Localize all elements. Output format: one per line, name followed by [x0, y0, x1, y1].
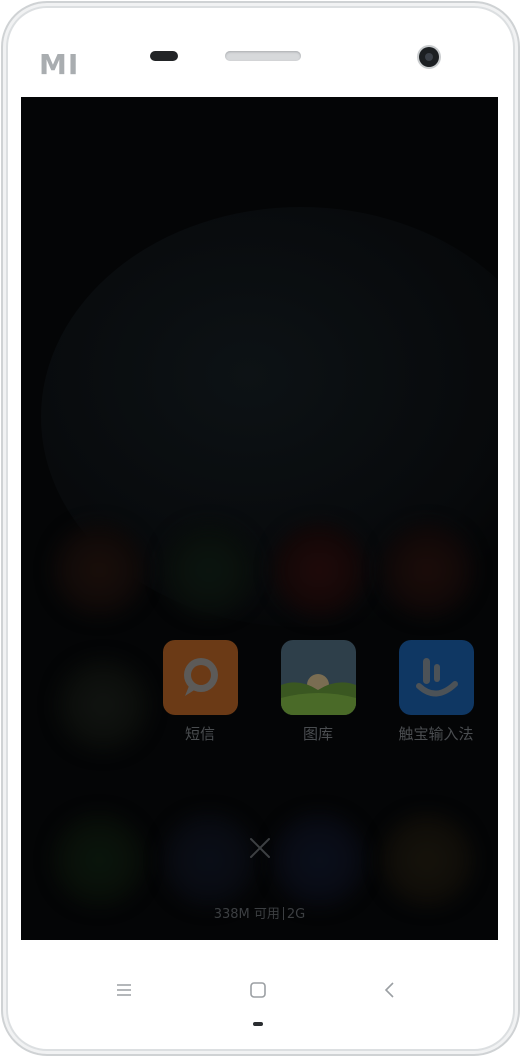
brand-logo: MI: [39, 48, 80, 81]
recent-app-messages[interactable]: [163, 640, 238, 715]
recent-app-gallery[interactable]: [281, 640, 356, 715]
memory-separator: [282, 907, 284, 920]
touchpal-keyboard-icon: [416, 658, 458, 697]
blurred-home-icon: [271, 812, 367, 908]
earpiece-speaker: [225, 51, 301, 61]
blurred-home-icon: [271, 522, 367, 618]
blurred-home-icon: [55, 657, 151, 753]
recent-app-touchpal[interactable]: [399, 640, 474, 715]
blurred-home-icon: [161, 812, 257, 908]
home-indicator: [253, 1022, 263, 1026]
blurred-home-icon: [51, 522, 147, 618]
recent-app-gallery-label: 图库: [302, 725, 333, 743]
memory-available: 338M 可用: [213, 907, 280, 922]
top-bezel: MI: [3, 3, 518, 100]
blurred-home-icon: [379, 812, 475, 908]
blurred-home-icon: [51, 812, 147, 908]
proximity-sensor: [150, 51, 178, 61]
front-camera-icon: [419, 47, 439, 67]
recent-app-messages-label: 短信: [184, 725, 215, 743]
back-icon[interactable]: [378, 978, 402, 1002]
close-icon[interactable]: [247, 835, 273, 861]
menu-icon[interactable]: [112, 978, 136, 1002]
blurred-home-icon: [379, 522, 475, 618]
recent-app-touchpal-label: 触宝输入法: [398, 725, 474, 743]
message-bubble-icon: [184, 658, 218, 696]
gallery-landscape-icon: [281, 640, 356, 715]
memory-total: 2G: [286, 907, 306, 922]
home-icon[interactable]: [246, 978, 270, 1002]
screen: 短信 图库 触宝输入法 338M 可用 2G: [21, 97, 498, 940]
memory-status: 338M 可用 2G: [21, 903, 498, 922]
blurred-home-icon: [161, 522, 257, 618]
